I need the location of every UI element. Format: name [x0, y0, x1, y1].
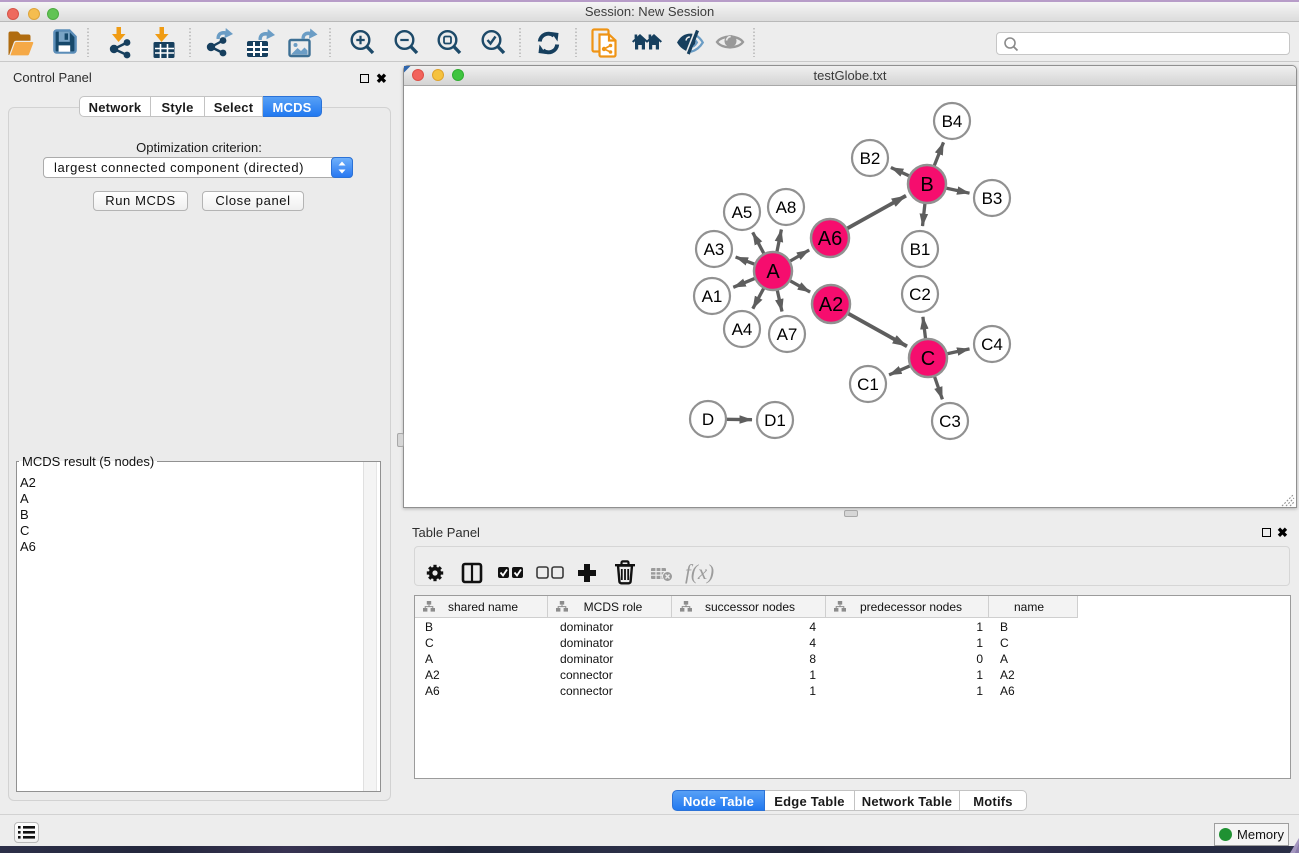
svg-text:B1: B1 — [910, 240, 931, 259]
svg-text:A2: A2 — [425, 668, 440, 682]
svg-text:A: A — [425, 652, 433, 666]
svg-text:0: 0 — [976, 652, 983, 666]
svg-text:A: A — [1000, 652, 1008, 666]
svg-text:A3: A3 — [704, 240, 725, 259]
svg-text:A5: A5 — [732, 203, 753, 222]
svg-text:C: C — [921, 348, 935, 370]
svg-text:B4: B4 — [942, 112, 963, 131]
svg-text:B: B — [425, 620, 433, 634]
svg-text:D: D — [702, 410, 714, 429]
svg-text:4: 4 — [809, 636, 816, 650]
svg-text:A2: A2 — [1000, 668, 1015, 682]
svg-text:A8: A8 — [776, 198, 797, 217]
svg-text:1: 1 — [976, 636, 983, 650]
svg-text:predecessor nodes: predecessor nodes — [860, 600, 962, 614]
svg-text:f(x): f(x) — [685, 560, 714, 584]
svg-text:1: 1 — [809, 668, 816, 682]
svg-text:A6: A6 — [818, 228, 842, 250]
svg-text:A: A — [766, 261, 780, 283]
svg-text:B: B — [1000, 620, 1008, 634]
svg-text:A7: A7 — [777, 325, 798, 344]
svg-text:connector: connector — [560, 668, 613, 682]
svg-text:C1: C1 — [857, 375, 879, 394]
svg-text:D1: D1 — [764, 411, 786, 430]
svg-text:name: name — [1014, 600, 1044, 614]
svg-text:A6: A6 — [1000, 684, 1015, 698]
svg-text:8: 8 — [809, 652, 816, 666]
svg-text:B2: B2 — [860, 149, 881, 168]
svg-text:C: C — [425, 636, 434, 650]
svg-text:B: B — [920, 174, 933, 196]
svg-text:A1: A1 — [702, 287, 723, 306]
svg-text:C4: C4 — [981, 335, 1003, 354]
svg-text:dominator: dominator — [560, 652, 613, 666]
svg-text:shared name: shared name — [448, 600, 518, 614]
svg-text:1: 1 — [976, 668, 983, 682]
svg-text:A6: A6 — [425, 684, 440, 698]
svg-text:A2: A2 — [819, 294, 843, 316]
svg-text:dominator: dominator — [560, 620, 613, 634]
svg-text:dominator: dominator — [560, 636, 613, 650]
svg-text:connector: connector — [560, 684, 613, 698]
svg-text:C3: C3 — [939, 412, 961, 431]
svg-text:1: 1 — [976, 620, 983, 634]
svg-text:MCDS role: MCDS role — [584, 600, 643, 614]
svg-text:1: 1 — [976, 684, 983, 698]
svg-text:B3: B3 — [982, 189, 1003, 208]
svg-text:C: C — [1000, 636, 1009, 650]
svg-text:A4: A4 — [732, 320, 753, 339]
svg-text:4: 4 — [809, 620, 816, 634]
svg-text:successor nodes: successor nodes — [705, 600, 795, 614]
svg-text:C2: C2 — [909, 285, 931, 304]
svg-text:1: 1 — [809, 684, 816, 698]
